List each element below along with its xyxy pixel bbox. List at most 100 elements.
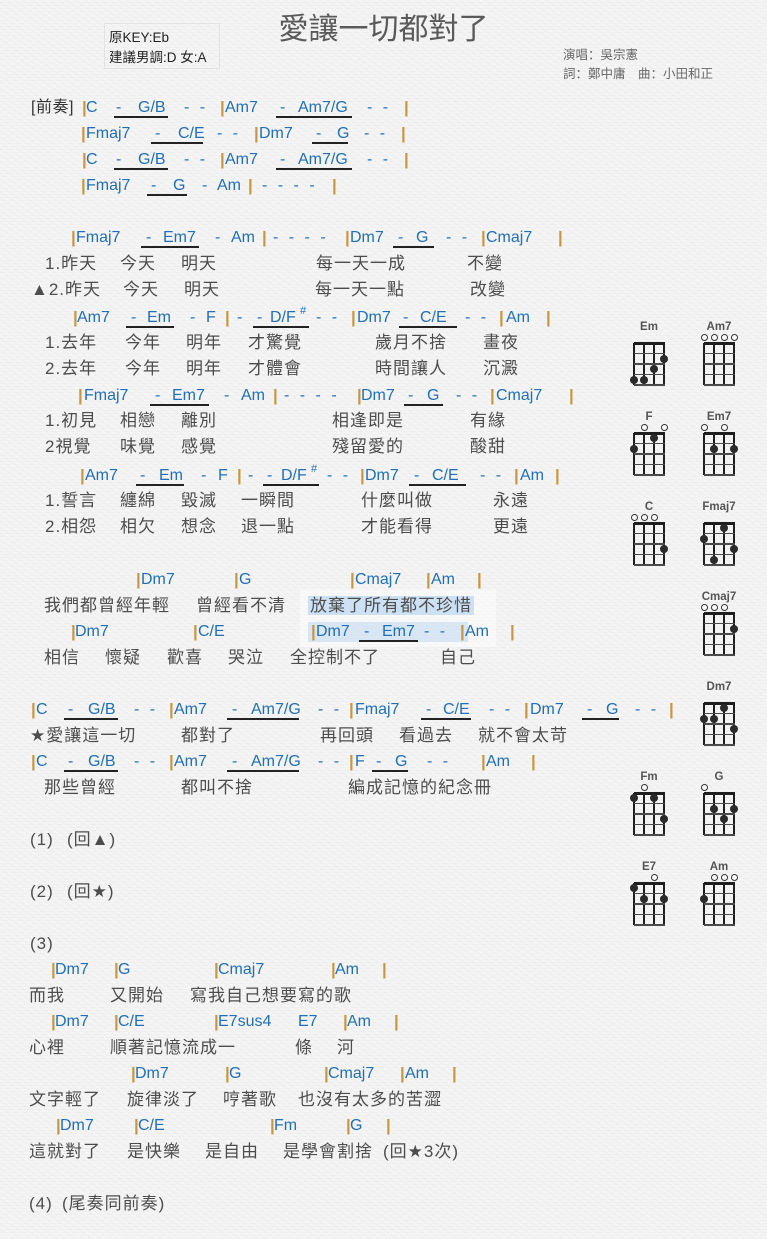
chord-diagram: Fmaj7: [694, 499, 744, 569]
finger-dot-icon: [720, 704, 728, 713]
chord-name: Am7: [77, 309, 110, 326]
finger-dot-icon: [720, 524, 728, 533]
finger-dot-icon: [710, 714, 718, 723]
chord-name: E7sus4: [218, 1013, 272, 1030]
string-line: [733, 793, 735, 835]
lyric-line: (4) (尾奏同前奏): [0, 1193, 700, 1215]
nut-line: [703, 611, 735, 615]
chord-diagram-label: G: [714, 771, 724, 783]
lyric-text: 有緣: [470, 411, 506, 430]
fret-line: [703, 564, 735, 566]
beat-dash: - -: [184, 99, 206, 116]
fret-line: [703, 453, 735, 455]
chord-diagram-label: Am7: [706, 321, 732, 333]
beat-dash: - -: [446, 229, 468, 246]
chord-name: Cmaj7: [355, 571, 402, 588]
chord-name: G: [118, 961, 131, 978]
beat-group-underline: [253, 326, 309, 328]
fret-line: [703, 553, 735, 556]
chord-name: Dm7: [361, 387, 395, 404]
chord-name: Cmaj7: [486, 229, 533, 246]
chord-line: | C - G/B - - | Am7- Am7/G - - | Fmaj7- C/E - - | Dm7-…: [0, 699, 700, 721]
lyric-text: 哭泣: [228, 648, 264, 667]
chord-line: | Fmaj7- G - Am | - - - - |: [0, 175, 700, 197]
lyric-text: 放棄了所有都不珍惜: [310, 596, 472, 615]
finger-dot-icon: [730, 444, 738, 453]
lyric-line: ★愛讓這一切 都對了 再回頭 看過去 就不會太苛: [0, 725, 700, 747]
lyric-text: 條: [295, 1038, 313, 1057]
beat-group-underline: [421, 718, 471, 720]
lyric-text: 每一天一成: [316, 254, 406, 273]
bar-line: |: [546, 308, 551, 327]
lyric-text: (3): [30, 934, 54, 953]
lyric-line: 2.去年 今年 明年 才體會 時間讓人 沉澱: [0, 358, 700, 380]
lyric-text: (回★): [67, 882, 115, 901]
beat-dash: - -: [134, 753, 156, 770]
chord-name: Am7: [85, 467, 118, 484]
beat-dash: - -: [465, 309, 487, 326]
string-line: [713, 613, 715, 655]
bar-line: |: [531, 752, 536, 771]
chord-diagram: Cmaj7: [694, 589, 744, 659]
lyric-text: 殘留愛的: [332, 437, 404, 456]
chord-name: Am: [520, 467, 544, 484]
bar-line: |: [499, 308, 504, 327]
lyric-text: 改變: [470, 280, 506, 299]
string-line: [703, 703, 705, 745]
chord-name: Cmaj7: [328, 1065, 375, 1082]
beat-group-underline: [64, 718, 118, 720]
beat-group-underline: [312, 142, 348, 144]
lyric-text: 2視覺: [45, 437, 92, 456]
bar-line: |: [394, 1012, 399, 1031]
string-line: [703, 523, 705, 565]
lyric-line: 1.初見 相戀 離別 相逢即是 有緣: [0, 410, 700, 432]
finger-dot-icon: [720, 815, 728, 824]
lyric-line: (1) (回▲): [0, 829, 700, 851]
fret-line: [703, 442, 735, 445]
bar-line: |: [237, 466, 242, 485]
bar-line: |: [404, 98, 409, 117]
finger-dot-icon: [730, 624, 738, 633]
bar-line: |: [332, 176, 337, 195]
beat-group-underline: [114, 168, 168, 170]
lyric-text: 哼著歌: [223, 1090, 277, 1109]
beat-dash: -: [237, 309, 243, 326]
chord-diagram-label: Cmaj7: [701, 591, 737, 603]
lyric-text: 就不會太苛: [478, 726, 568, 745]
beat-group-underline: [276, 168, 352, 170]
string-line: [713, 793, 715, 835]
fret-line: [703, 834, 735, 836]
lyric-text: 1.昨天: [45, 254, 98, 273]
chord-name: Am7: [174, 701, 207, 718]
bar-line: |: [248, 176, 253, 195]
beat-group-underline: [409, 484, 466, 486]
lyric-text: 酸甜: [470, 437, 506, 456]
lyric-line: 那些曾經 都叫不捨 編成記憶的紀念冊: [0, 777, 700, 799]
fret-line: [703, 384, 735, 386]
chord-name: Fmaj7: [76, 229, 121, 246]
lyric-line: (3): [0, 933, 700, 955]
bar-line: |: [510, 622, 515, 641]
beat-group-underline: [227, 770, 299, 772]
beat-dash: - - - -: [262, 177, 315, 194]
nut-line: [703, 701, 735, 705]
lyric-text: 編成記憶的紀念冊: [348, 778, 492, 797]
chord-line: | Dm7 | G | Cmaj7 | Am |: [0, 1063, 700, 1085]
lyric-text: 才能看得: [361, 517, 433, 536]
chord-name: F: [218, 467, 228, 484]
string-line: [733, 343, 735, 385]
chord-diagram-label: E7: [641, 861, 657, 873]
lyric-line: ▲2.昨天 今天 明天 每一天一點 改變: [0, 279, 700, 301]
string-line: [703, 433, 705, 475]
chord-name: Am: [335, 961, 359, 978]
lyric-line: 心裡 順著記憶流成一 條 河: [0, 1037, 700, 1059]
bar-line: |: [555, 466, 560, 485]
lyric-text: 纏綿: [120, 491, 156, 510]
lyric-line: 1.昨天 今天 明天 每一天一成 不變: [0, 253, 700, 275]
bar-line: |: [477, 570, 482, 589]
chord-name: C: [86, 151, 98, 168]
lyric-text: 味覺: [120, 437, 156, 456]
chord-line: | Fmaj7- C/E - - | Dm7- G - - |: [0, 123, 700, 145]
beat-group-underline: [151, 142, 203, 144]
open-string-icon: [650, 873, 658, 881]
